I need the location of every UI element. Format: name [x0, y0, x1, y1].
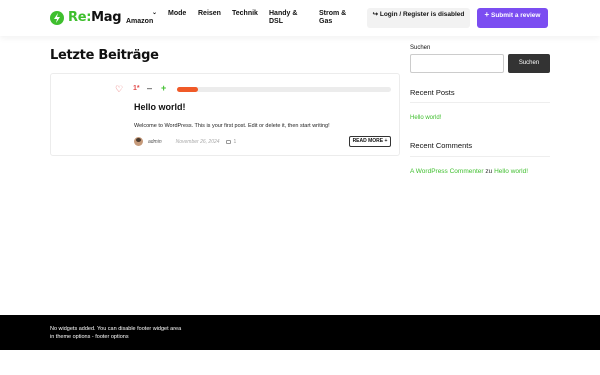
- post-author[interactable]: admin: [148, 139, 162, 145]
- site-logo[interactable]: Re:Mag: [50, 10, 122, 25]
- nav-item-amazon[interactable]: Amazon: [126, 18, 153, 26]
- site-header: Re:Mag ⌄ Amazon Mode Reisen Technik Hand…: [0, 0, 600, 36]
- nav-item-technik[interactable]: Technik: [232, 10, 258, 18]
- recent-posts-title: Recent Posts: [410, 88, 455, 97]
- nav-item-reisen[interactable]: Reisen: [198, 10, 221, 18]
- nav-item-handy-dsl[interactable]: Handy & DSL: [269, 10, 307, 26]
- site-footer: No widgets added. You can disable footer…: [0, 315, 600, 350]
- comment-post-link[interactable]: Hello world!: [494, 168, 528, 175]
- footer-text-line1: No widgets added. You can disable footer…: [50, 326, 182, 332]
- heart-icon[interactable]: ♡: [115, 84, 123, 95]
- divider: [410, 156, 550, 157]
- vote-up-button[interactable]: +: [161, 83, 166, 93]
- comment-icon: [225, 139, 231, 144]
- chevron-down-icon: ⌄: [152, 10, 158, 16]
- search-button[interactable]: Suchen: [508, 54, 550, 73]
- bolt-icon: [50, 10, 64, 25]
- recent-post-link[interactable]: Hello world!: [410, 115, 441, 121]
- post-card: ♡ 1* – + Hello world! Welcome to WordPre…: [50, 73, 400, 156]
- login-label: Login / Register is disabled: [379, 11, 465, 18]
- vote-progress-fill: [177, 87, 199, 92]
- post-excerpt: Welcome to WordPress. This is your first…: [134, 123, 330, 129]
- search-label: Suchen: [410, 45, 431, 51]
- vote-down-button[interactable]: –: [147, 83, 152, 93]
- plus-icon: +: [484, 10, 490, 19]
- comment-author-link[interactable]: A WordPress Commenter: [410, 168, 484, 175]
- read-more-button[interactable]: READ MORE +: [349, 136, 391, 147]
- login-icon: ↪: [372, 11, 379, 18]
- footer-text-line2: in theme options - footer options: [50, 334, 129, 340]
- recent-comment-item: A WordPress Commenter zu Hello world!: [410, 168, 528, 175]
- post-meta: admin November 26, 2024 1: [134, 137, 236, 146]
- nav-item-strom-gas[interactable]: Strom & Gas: [319, 10, 355, 26]
- login-button[interactable]: ↪ Login / Register is disabled: [367, 8, 470, 28]
- submit-review-button[interactable]: + Submit a review: [477, 8, 548, 28]
- avatar[interactable]: [134, 137, 143, 146]
- search-input[interactable]: [410, 54, 504, 73]
- vote-score: 1*: [133, 85, 140, 92]
- recent-comments-title: Recent Comments: [410, 141, 473, 150]
- comment-joiner: zu: [485, 168, 493, 175]
- comment-count[interactable]: 1: [234, 139, 237, 145]
- submit-label: Submit a review: [490, 12, 541, 19]
- divider: [410, 102, 550, 103]
- logo-text-part1: Re:: [68, 10, 92, 25]
- page-title: Letzte Beiträge: [50, 48, 159, 63]
- logo-text-part2: Mag: [91, 10, 122, 25]
- post-date: November 26, 2024: [175, 138, 220, 145]
- vote-progress-bar: [177, 87, 391, 92]
- post-title[interactable]: Hello world!: [134, 102, 186, 112]
- nav-item-mode[interactable]: Mode: [168, 10, 186, 18]
